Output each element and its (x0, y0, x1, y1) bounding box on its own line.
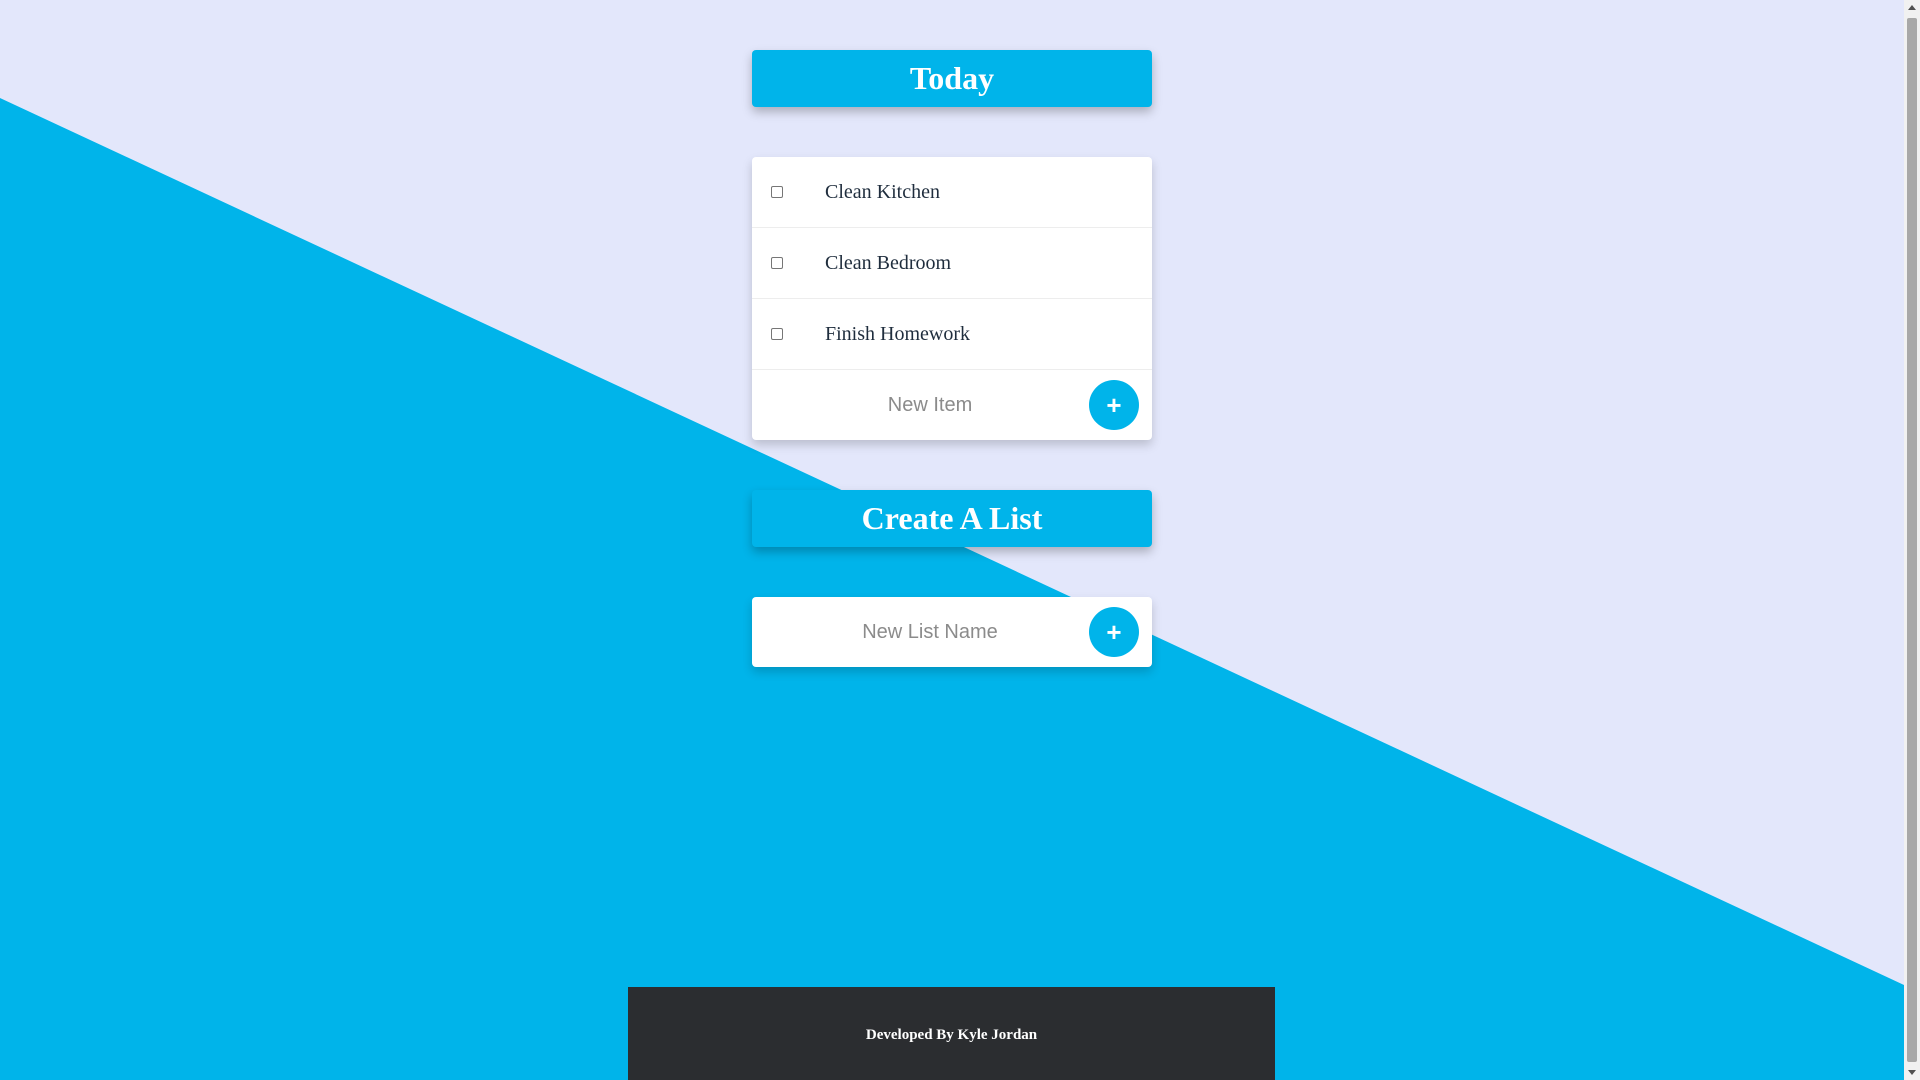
item-label: Clean Kitchen (825, 180, 940, 203)
today-heading: Today (752, 50, 1152, 107)
add-item-button[interactable]: + (1089, 380, 1139, 430)
footer: Developed By Kyle Jordan (628, 987, 1275, 1080)
scroll-up-icon[interactable] (1908, 5, 1916, 10)
list-item: Finish Homework (752, 299, 1152, 370)
scroll-down-icon[interactable] (1908, 1070, 1916, 1075)
item-checkbox[interactable] (771, 257, 783, 269)
create-list-section: Create A List (752, 490, 1152, 547)
new-item-row: New Item + (752, 370, 1152, 440)
new-list-input[interactable]: New List Name (752, 621, 1108, 644)
create-list-title: Create A List (861, 500, 1043, 536)
today-card: Clean Kitchen Clean Bedroom Finish Homew… (752, 157, 1152, 440)
item-checkbox[interactable] (771, 186, 783, 198)
list-item: Clean Kitchen (752, 157, 1152, 228)
new-list-row: New List Name + (752, 597, 1152, 667)
today-list: Today (752, 50, 1152, 107)
create-list-card: New List Name + (752, 597, 1152, 667)
add-list-button[interactable]: + (1089, 607, 1139, 657)
item-label: Finish Homework (825, 322, 970, 345)
list-item: Clean Bedroom (752, 228, 1152, 299)
create-list-heading: Create A List (752, 490, 1152, 547)
today-title: Today (909, 60, 995, 96)
scrollbar-thumb[interactable] (1907, 18, 1917, 1062)
footer-credit: Developed By Kyle Jordan (865, 1027, 1038, 1043)
vertical-scrollbar[interactable] (1904, 0, 1920, 1080)
new-item-input[interactable]: New Item (752, 394, 1108, 417)
item-checkbox[interactable] (771, 328, 783, 340)
item-label: Clean Bedroom (825, 251, 952, 274)
